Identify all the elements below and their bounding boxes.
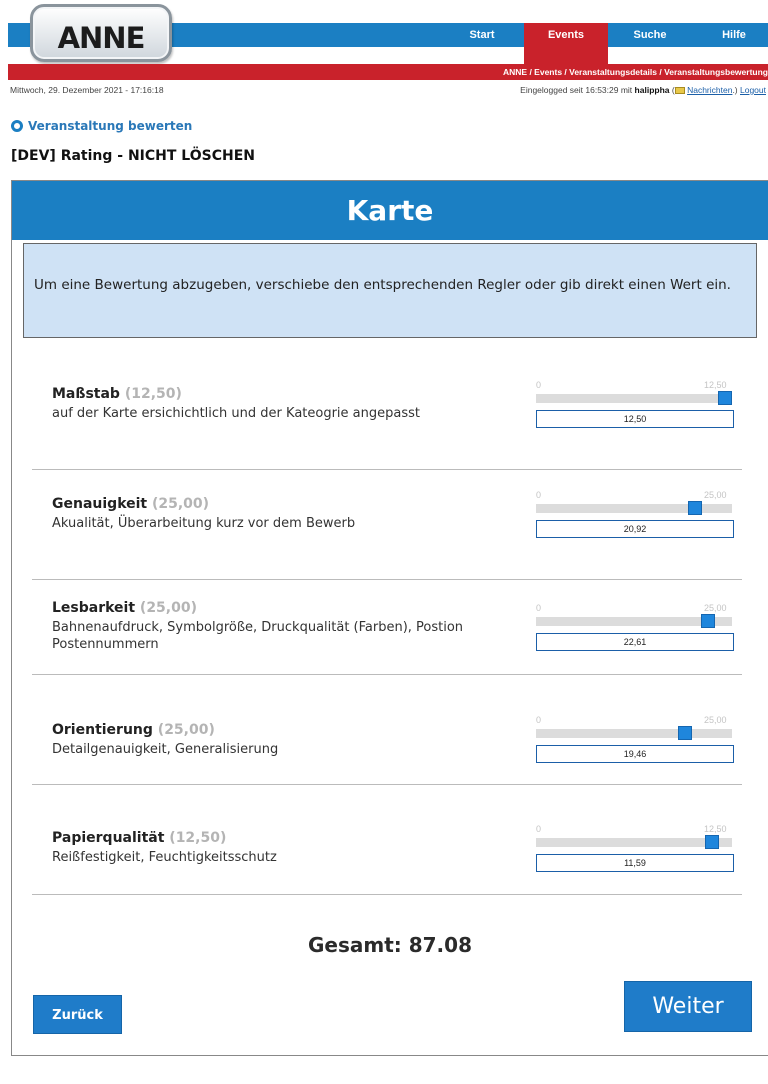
criterion-name: Genauigkeit: [52, 496, 148, 512]
slider-max-label: 12,50: [704, 380, 727, 390]
logo-text: ANNE: [57, 21, 146, 55]
back-button[interactable]: Zurück: [33, 995, 122, 1034]
criterion-name: Orientierung: [52, 722, 153, 738]
slider-thumb[interactable]: [688, 501, 702, 515]
circle-bullet-icon: [11, 120, 23, 132]
slider-thumb[interactable]: [705, 835, 719, 849]
value-input[interactable]: 19,46: [536, 745, 734, 763]
criterion-title: Maßstab (12,50): [52, 386, 182, 402]
total-score: Gesamt: 87.08: [307, 933, 472, 957]
logout-link[interactable]: Logout: [740, 85, 766, 95]
criterion-max: (12,50): [169, 830, 227, 846]
slider-min-label: 0: [536, 380, 542, 390]
breadcrumb: ANNE / Events / Veranstaltungsdetails / …: [503, 67, 768, 77]
criterion-description: Akualität, Überarbeitung kurz vor dem Be…: [52, 516, 356, 531]
slider-thumb[interactable]: [718, 391, 732, 405]
criterion-max: (25,00): [151, 496, 210, 512]
criterion-papierqualitaet: Papierqualität (12,50) Reißfestigkeit, F…: [32, 785, 742, 895]
section-link-label: Veranstaltung bewerten: [28, 119, 193, 133]
criterion-description: auf der Karte ersichichtlich und der Kat…: [52, 406, 420, 421]
event-name: [DEV] Rating - NICHT LÖSCHEN: [11, 148, 255, 164]
main-nav: Start Events Suche Hilfe: [440, 23, 768, 71]
criterion-description: Detailgenauigkeit, Generalisierung: [52, 742, 279, 757]
criterion-title: Papierqualität (12,50): [52, 830, 226, 846]
username: halippha: [634, 85, 670, 95]
slider-max-label: 12,50: [704, 824, 727, 834]
criterion-max: (12,50): [124, 386, 182, 402]
slider-min-label: 0: [536, 603, 542, 613]
mail-icon: [674, 87, 685, 95]
slider-min-label: 0: [536, 824, 542, 834]
criterion-lesbarkeit: Lesbarkeit (25,00) Bahnenaufdruck, Symbo…: [32, 580, 742, 675]
criterion-description: Bahnenaufdruck, Symbolgröße, Druckqualit…: [52, 620, 464, 652]
value-input[interactable]: 11,59: [536, 854, 734, 872]
nav-tab-start[interactable]: Start: [440, 23, 524, 47]
messages-link[interactable]: Nachrichten: [687, 85, 732, 95]
rating-panel: Karte Um eine Bewertung abzugeben, versc…: [11, 180, 768, 1056]
login-info: Eingelogged seit 16:53:29 mit halippha (…: [520, 85, 766, 95]
slider-max-label: 25,00: [704, 603, 727, 613]
criterion-title: Orientierung (25,00): [52, 722, 215, 738]
rating-slider[interactable]: [536, 391, 732, 405]
value-input[interactable]: 12,50: [536, 410, 734, 428]
criterion-title: Lesbarkeit (25,00): [52, 600, 197, 616]
criterion-massstab: Maßstab (12,50) auf der Karte ersichicht…: [32, 360, 742, 470]
criterion-max: (25,00): [157, 722, 215, 738]
criterion-description: Reißfestigkeit, Feuchtigkeitsschutz: [52, 850, 277, 865]
rating-slider[interactable]: [536, 501, 732, 515]
criterion-name: Maßstab: [52, 386, 120, 402]
nav-tab-suche[interactable]: Suche: [608, 23, 692, 47]
next-button[interactable]: Weiter: [624, 981, 752, 1032]
criterion-genauigkeit: Genauigkeit (25,00) Akualität, Überarbei…: [32, 470, 742, 580]
info-box: Um eine Bewertung abzugeben, verschiebe …: [23, 243, 757, 338]
criterion-orientierung: Orientierung (25,00) Detailgenauigkeit, …: [32, 675, 742, 785]
criterion-name: Lesbarkeit: [52, 600, 136, 616]
criterion-title: Genauigkeit (25,00): [52, 496, 209, 512]
panel-title: Karte: [12, 181, 768, 240]
nav-tab-hilfe[interactable]: Hilfe: [692, 23, 768, 47]
top-header: ANNE Start Events Suche Hilfe: [0, 0, 768, 71]
section-link[interactable]: Veranstaltung bewerten: [11, 119, 192, 133]
slider-thumb[interactable]: [701, 614, 715, 628]
value-input[interactable]: 22,61: [536, 633, 734, 651]
login-prefix: Eingelogged seit 16:53:29 mit: [520, 85, 633, 95]
criterion-max: (25,00): [139, 600, 198, 616]
value-input[interactable]: 20,92: [536, 520, 734, 538]
rating-slider[interactable]: [536, 835, 732, 849]
slider-max-label: 25,00: [704, 490, 727, 500]
current-datetime: Mittwoch, 29. Dezember 2021 - 17:16:18: [10, 85, 164, 95]
slider-min-label: 0: [536, 490, 542, 500]
rating-slider[interactable]: [536, 726, 732, 740]
criterion-name: Papierqualität: [52, 830, 165, 846]
slider-max-label: 25,00: [704, 715, 727, 725]
slider-min-label: 0: [536, 715, 542, 725]
app-logo[interactable]: ANNE: [30, 4, 172, 62]
rating-slider[interactable]: [536, 614, 732, 628]
slider-thumb[interactable]: [678, 726, 692, 740]
